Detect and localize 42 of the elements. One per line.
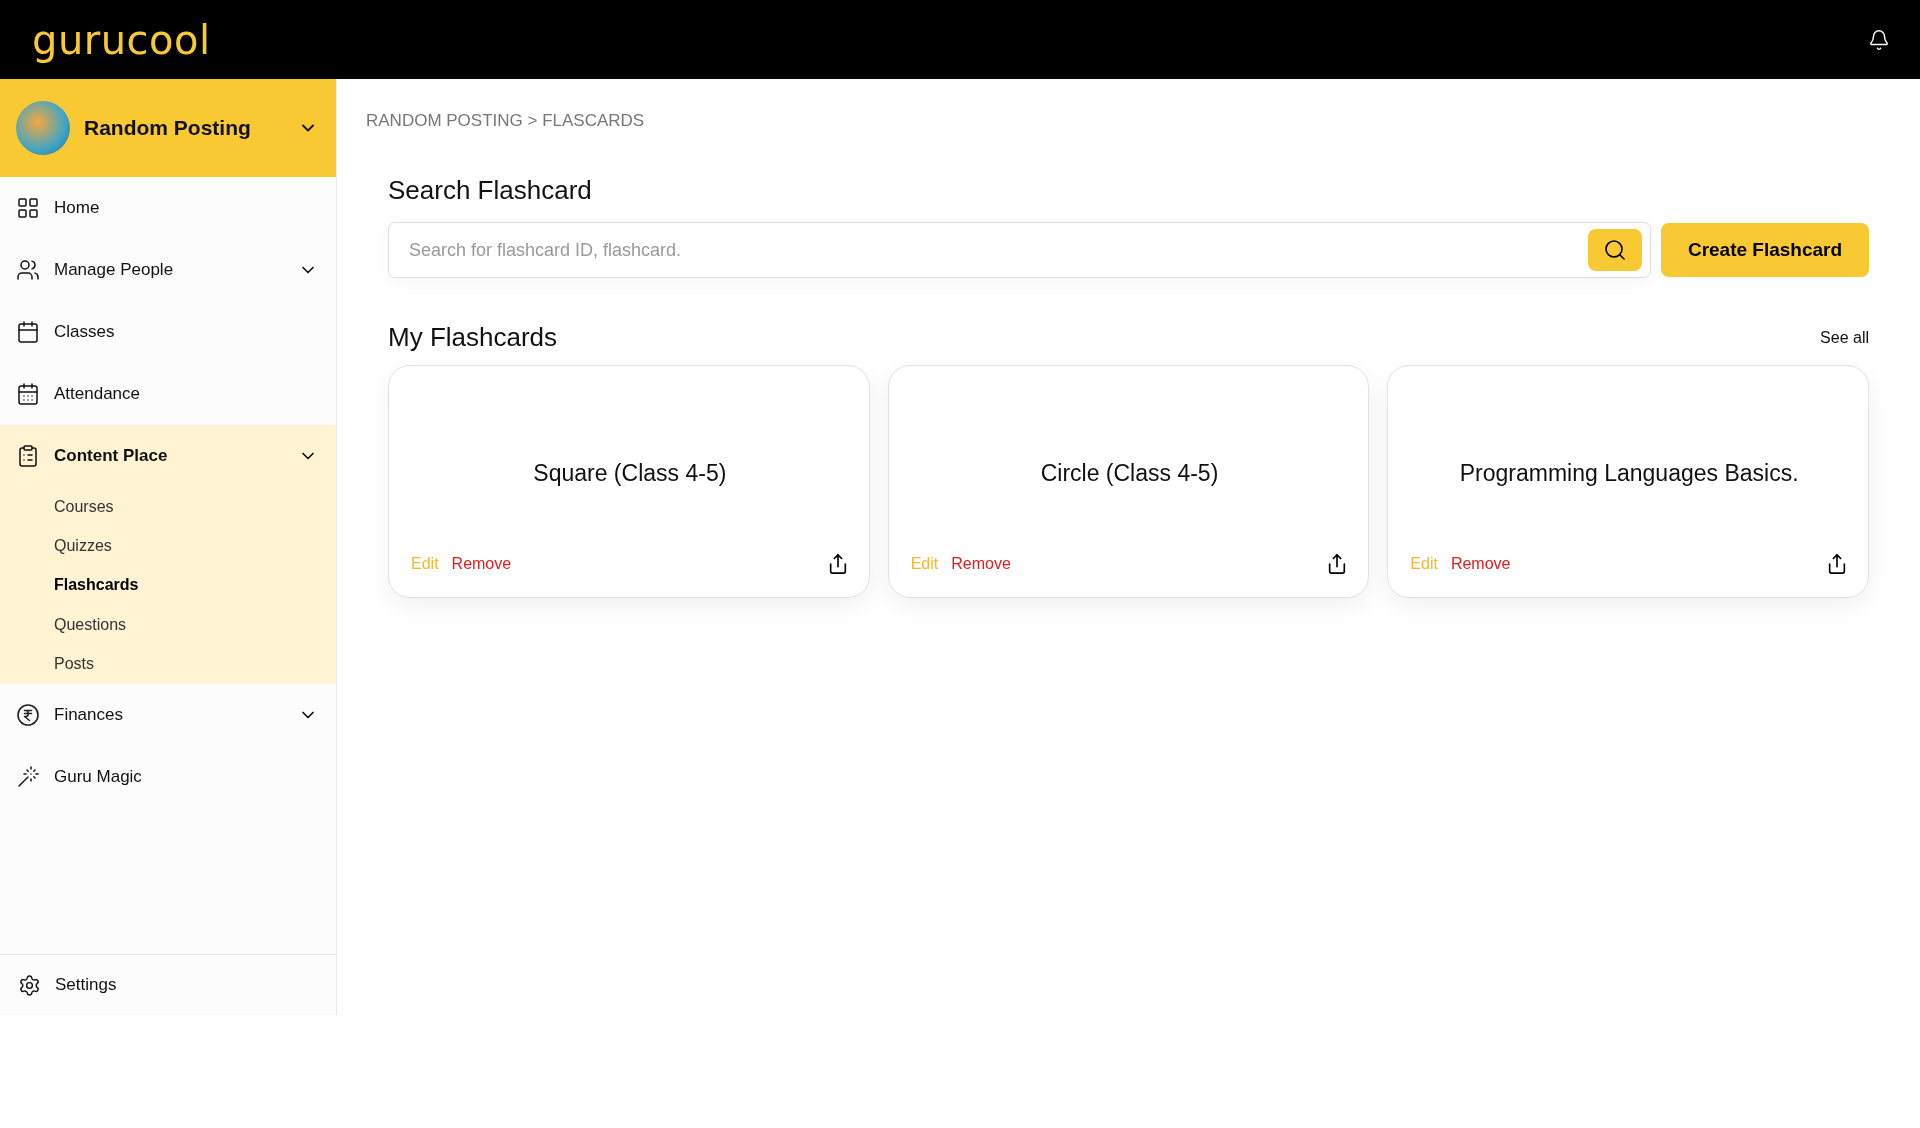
users-icon [16, 258, 40, 282]
search-input[interactable]: Search for flashcard ID, flashcard. [407, 238, 1588, 262]
calendar-icon [16, 382, 40, 406]
submenu-item[interactable]: Quizzes [0, 526, 336, 566]
remove-link[interactable]: Remove [1450, 555, 1511, 573]
workspace-name: Random Posting [84, 116, 252, 140]
settings-icon [18, 973, 41, 997]
calendar-icon [16, 320, 40, 344]
submenu-item[interactable]: Posts [0, 644, 336, 684]
share-button[interactable] [1826, 553, 1848, 575]
sidebar-item[interactable]: Guru Magic [0, 745, 336, 808]
create-flashcard-button[interactable]: Create Flashcard [1661, 223, 1869, 277]
search-field[interactable]: Search for flashcard ID, flashcard. [388, 222, 1651, 278]
sidebar-item[interactable]: Attendance [0, 363, 336, 425]
share-icon [1826, 553, 1848, 575]
flashcard-title: Circle (Class 4-5) [1039, 459, 1220, 488]
settings-item[interactable]: Settings [0, 954, 336, 1015]
sidebar-item[interactable]: Finances [0, 683, 336, 746]
flashcard-title: Square (Class 4-5) [532, 459, 728, 488]
search-button[interactable] [1588, 229, 1642, 271]
grid-icon [16, 196, 40, 220]
workspace-selector[interactable]: Random Posting [0, 79, 336, 177]
section-title: My Flashcards [388, 322, 558, 353]
flashcard-title: Programming Languages Basics. [1458, 459, 1800, 488]
rupee-icon [16, 702, 40, 727]
submenu-item[interactable]: Courses [0, 487, 336, 527]
remove-link[interactable]: Remove [451, 555, 512, 573]
notification-bell-icon[interactable] [1868, 28, 1890, 51]
search-icon [1603, 238, 1627, 262]
magic-wand-icon [16, 764, 40, 789]
sidebar-item[interactable]: Home [0, 177, 336, 239]
see-all-link[interactable]: See all [1820, 328, 1869, 347]
sidebar-item[interactable]: Manage People [0, 239, 336, 301]
clipboard-icon [16, 444, 40, 468]
submenu-item[interactable]: Questions [0, 605, 336, 645]
workspace-avatar [16, 101, 70, 155]
submenu-item[interactable]: Flashcards [0, 565, 336, 606]
breadcrumb: RANDOM POSTING > FLASCARDS [366, 111, 646, 131]
app-logo: gurucool [32, 16, 211, 63]
section-title: Search Flashcard [388, 175, 593, 206]
remove-link[interactable]: Remove [951, 555, 1011, 573]
sidebar-item[interactable]: Classes [0, 301, 336, 363]
